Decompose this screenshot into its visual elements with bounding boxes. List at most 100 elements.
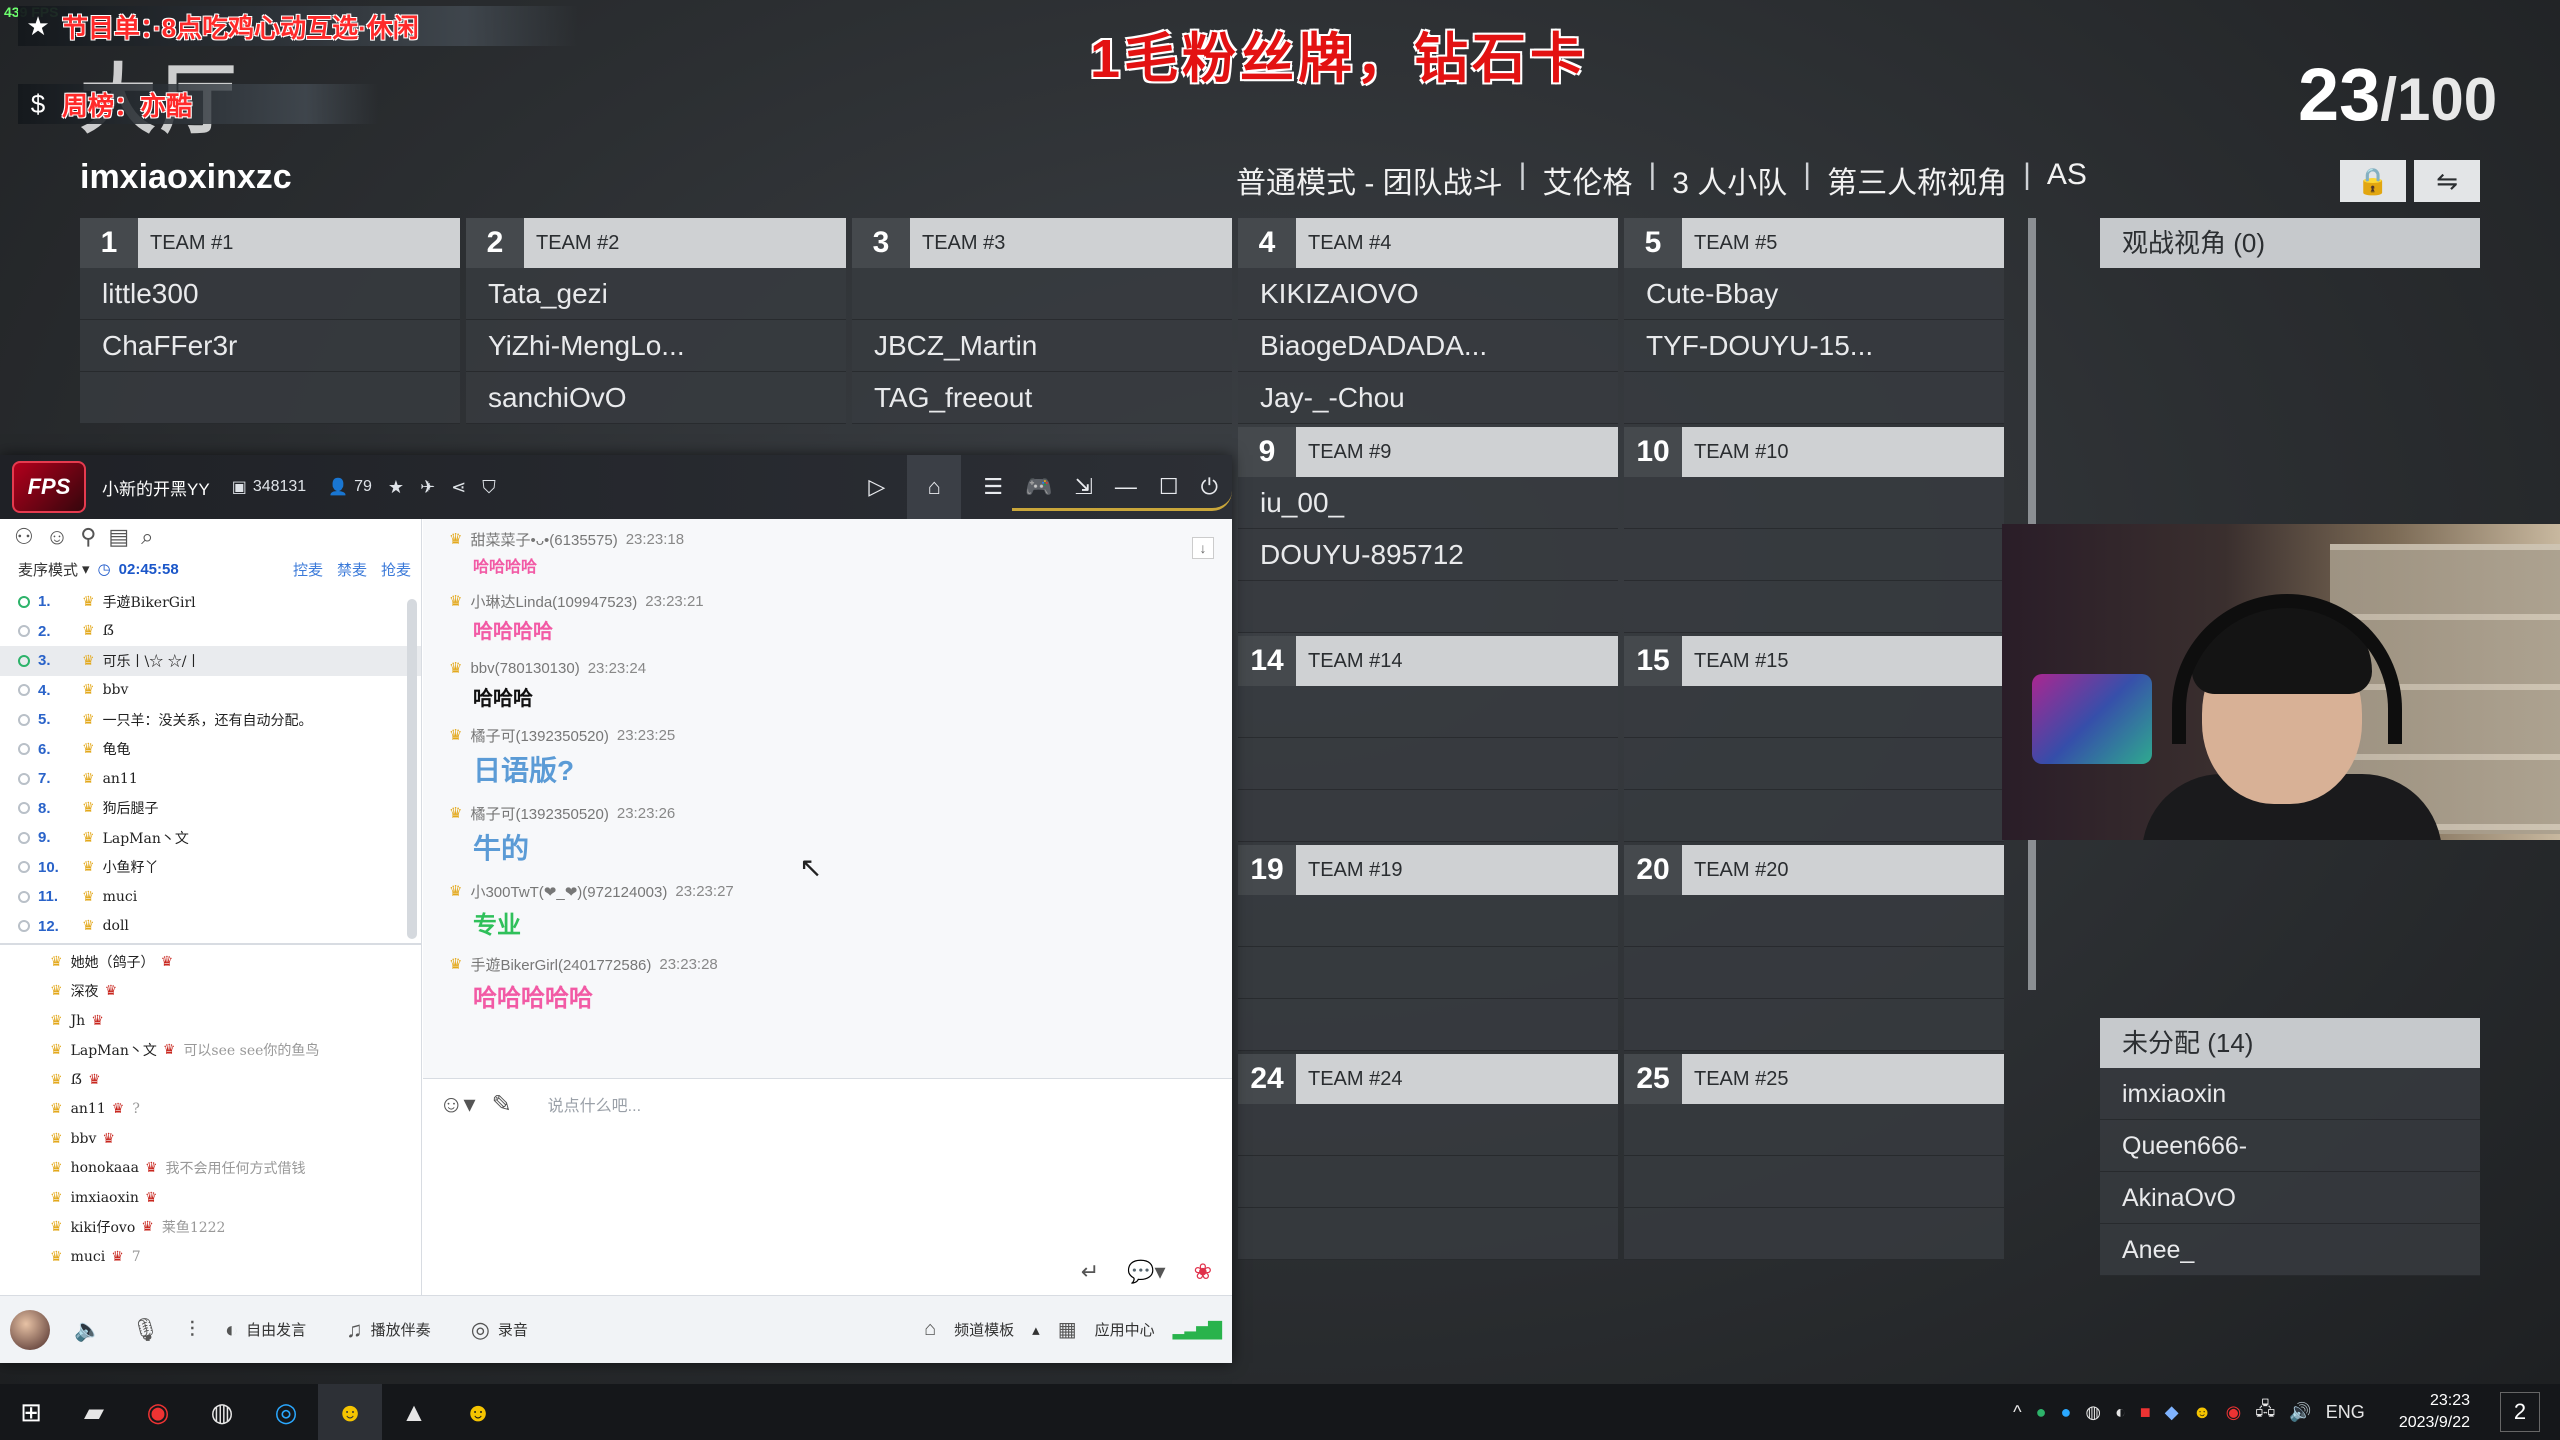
equalizer-icon[interactable]: ⫶ [189,1317,195,1343]
member-item[interactable]: ♛ bbv ♛ [0,1124,421,1154]
team-slot[interactable] [1624,529,2004,581]
unassigned-player[interactable]: imxiaoxin [2100,1068,2480,1120]
team-card[interactable]: 15 TEAM #15 [1624,636,2004,842]
game-app-icon[interactable]: ▰ [62,1384,126,1440]
obs-app-icon[interactable]: ◍ [190,1384,254,1440]
queue-item[interactable]: 2. ♛ ẞ [0,617,421,647]
list-icon[interactable]: ☰ [983,474,1003,500]
caret-up-icon[interactable]: ▴ [1032,1321,1040,1339]
queue-item[interactable]: 5. ♛ 一只羊：没关系，还有自动分配。 [0,705,421,735]
tray-app-icon[interactable]: ◆ [2165,1402,2179,1423]
team-slot[interactable] [80,372,460,424]
queue-item[interactable]: 6. ♛ 龟龟 [0,735,421,765]
queue-scrollbar[interactable] [407,599,417,939]
team-slot[interactable] [1624,895,2004,947]
team-slot[interactable] [1624,581,2004,633]
team-slot[interactable] [1238,999,1618,1051]
team-slot[interactable] [1238,581,1618,633]
yy-app-icon-2[interactable]: ☻ [446,1384,510,1440]
message-user[interactable]: 小琳达Linda(109947523) [470,591,637,612]
member-item[interactable]: ♛ 深夜 ♛ [0,977,421,1007]
team-card[interactable]: 2 TEAM #2 Tata_gezi YiZhi-MengLo... sanchiOv… [466,218,846,424]
team-header[interactable]: 1 TEAM #1 [80,218,460,268]
tray-app-icon[interactable]: ◉ [2226,1402,2242,1423]
team-slot[interactable] [1624,1156,2004,1208]
unassigned-header[interactable]: 未分配 (14) [2100,1018,2480,1068]
team-header[interactable]: 10 TEAM #10 [1624,427,2004,477]
language-indicator[interactable]: ENG [2326,1402,2365,1423]
team-slot[interactable] [1238,790,1618,842]
member-item[interactable]: ♛ imxiaoxin ♛ [0,1183,421,1213]
team-card[interactable]: 25 TEAM #25 [1624,1054,2004,1260]
network-icon[interactable]: 🖧 [2255,1397,2275,1427]
message-user[interactable]: 橘子可(1392350520) [470,725,608,746]
team-slot[interactable] [1238,947,1618,999]
team-slot[interactable] [1624,686,2004,738]
team-slot[interactable] [1624,477,2004,529]
mic-mode-select[interactable]: 麦序模式 [18,559,78,580]
member-item[interactable]: ♛ ẞ ♛ [0,1065,421,1095]
app-center-button[interactable]: 应用中心 [1095,1319,1155,1340]
team-header[interactable]: 15 TEAM #15 [1624,636,2004,686]
team-card[interactable]: 9 TEAM #9 iu_00_ DOUYU-895712 [1238,427,1618,633]
yy-app-icon[interactable]: ☻ [318,1384,382,1440]
speaker-icon[interactable]: 🔈 [74,1317,101,1343]
chat-bubble-icon[interactable]: 💬▾ [1127,1259,1165,1285]
tray-app-icon[interactable]: ● [2060,1402,2071,1423]
team-card[interactable]: 14 TEAM #14 [1238,636,1618,842]
team-card[interactable]: 1 TEAM #1 little300 ChaFFer3r [80,218,460,424]
queue-item[interactable]: 3. ♛ 可乐丨\☆ ☆/丨 [0,646,421,676]
tray-app-icon[interactable]: ◐ [2115,1402,2126,1423]
avatar[interactable] [10,1309,50,1350]
tray-app-icon[interactable]: ● [2036,1402,2047,1423]
team-slot[interactable]: little300 [80,268,460,320]
team-card[interactable]: 4 TEAM #4 KIKIZAIOVO BiaogeDADADA... Jay-_-C… [1238,218,1618,424]
send-icon[interactable]: ↵ [1081,1259,1099,1285]
plane-icon[interactable]: ✈ [420,477,435,498]
team-slot[interactable] [1624,790,2004,842]
queue-item[interactable]: 7. ♛ an11 [0,764,421,794]
team-header[interactable]: 19 TEAM #19 [1238,845,1618,895]
team-slot[interactable] [1624,947,2004,999]
team-slot[interactable] [1624,372,2004,424]
team-card[interactable]: 10 TEAM #10 [1624,427,2004,633]
team-slot[interactable]: JBCZ_Martin [852,320,1232,372]
queue-item[interactable]: 9. ♛ LapMan丶文 [0,823,421,853]
team-slot[interactable]: TAG_freeout [852,372,1232,424]
member-item[interactable]: ♛ muci ♛ 7 [0,1242,421,1272]
team-slot[interactable]: BiaogeDADADA... [1238,320,1618,372]
team-header[interactable]: 5 TEAM #5 [1624,218,2004,268]
group-icon[interactable]: ☺ [46,524,68,550]
team-slot[interactable]: Jay-_-Chou [1238,372,1618,424]
team-slot[interactable] [852,268,1232,320]
tray-expand-icon[interactable]: ^ [2013,1402,2021,1423]
member-item[interactable]: ♛ honokaaa ♛ 我不会用任何方式借钱 [0,1154,421,1184]
share-icon[interactable]: ⋖ [451,477,466,498]
home-icon[interactable]: ⌂ [907,455,962,519]
message-user[interactable]: 橘子可(1392350520) [470,803,608,824]
team-slot[interactable]: YiZhi-MengLo... [466,320,846,372]
team-slot[interactable]: Cute-Bbay [1624,268,2004,320]
swap-button[interactable]: ⇋ [2414,160,2480,202]
taskbar-clock[interactable]: 23:23 2023/9/22 [2399,1390,2470,1434]
record-button[interactable]: ◎ 录音 [471,1317,528,1343]
team-slot[interactable] [1238,738,1618,790]
message-user[interactable]: bbv(780130130) [470,660,579,677]
scroll-bottom-icon[interactable]: ↓ [1192,537,1214,559]
member-item[interactable]: ♛ 她她（鸽子） ♛ [0,947,421,977]
queue-item[interactable]: 11. ♛ muci [0,882,421,912]
grab-mic-link[interactable]: 抢麦 [381,559,411,580]
volume-icon[interactable]: 🔊 [2289,1402,2311,1423]
browser-app-icon[interactable]: ◎ [254,1384,318,1440]
team-slot[interactable] [1238,686,1618,738]
team-card[interactable]: 3 TEAM #3 JBCZ_Martin TAG_freeout [852,218,1232,424]
unassigned-player[interactable]: Queen666- [2100,1120,2480,1172]
windows-start-icon[interactable]: ⊞ [0,1384,62,1440]
tray-app-icon[interactable]: ■ [2140,1402,2151,1423]
team-slot[interactable] [1624,1208,2004,1260]
team-header[interactable]: 25 TEAM #25 [1624,1054,2004,1104]
team-slot[interactable] [1238,1156,1618,1208]
play-music-button[interactable]: ♫ 播放伴奏 [346,1317,431,1343]
notes-icon[interactable]: ▤ [108,524,129,550]
team-slot[interactable]: TYF-DOUYU-15... [1624,320,2004,372]
